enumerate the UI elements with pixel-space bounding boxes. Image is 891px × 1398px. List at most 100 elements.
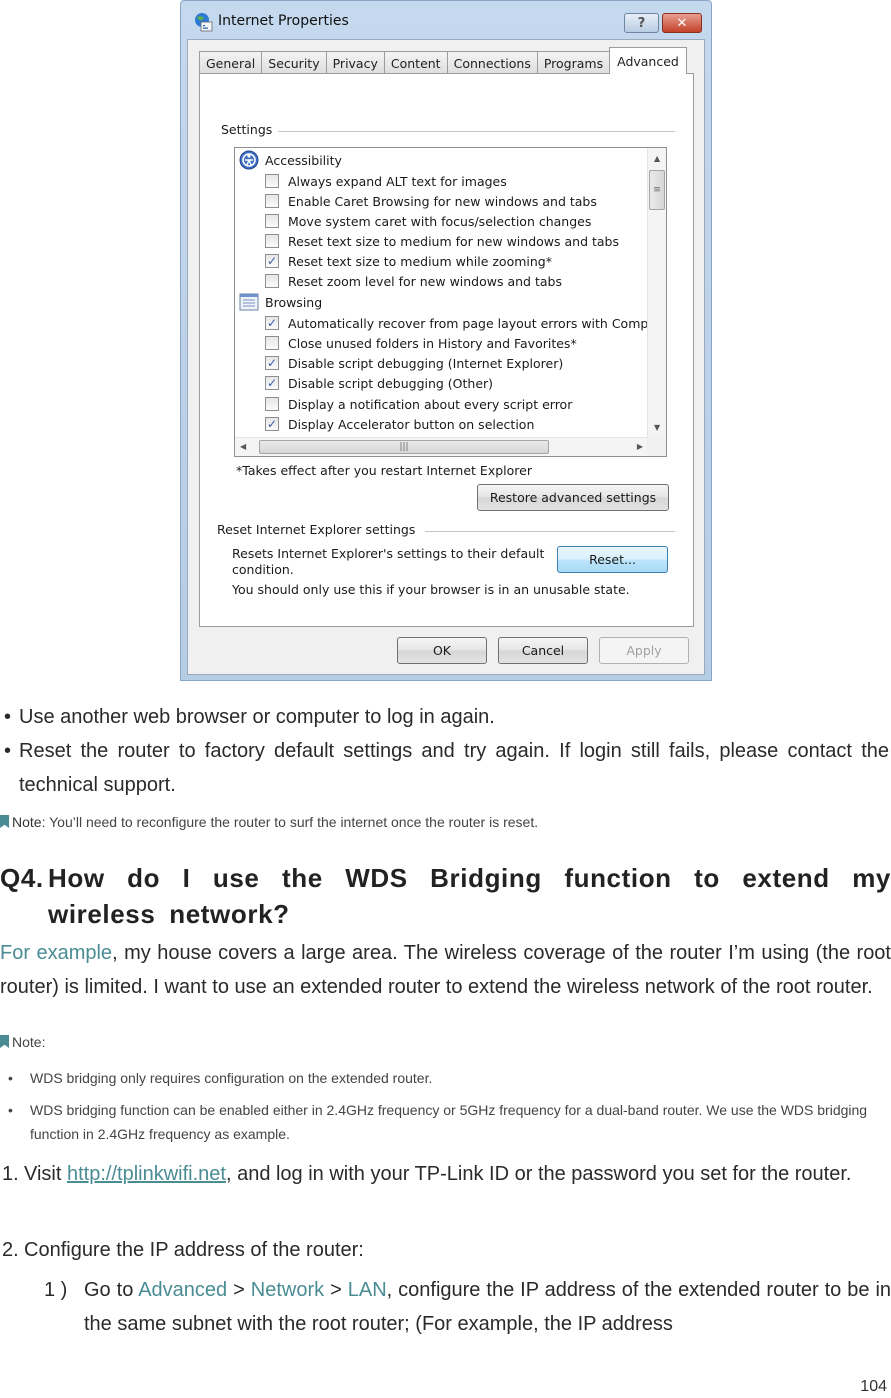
vertical-scrollbar[interactable]: ▲ ≡ ▼: [647, 148, 666, 438]
path-advanced: Advanced: [138, 1279, 228, 1301]
horizontal-scrollbar[interactable]: ◀ ||| ▶: [235, 437, 648, 456]
settings-group-label: Settings: [221, 122, 279, 137]
bullet-dot: •: [4, 706, 12, 728]
ok-button[interactable]: OK: [397, 637, 487, 664]
setting-row[interactable]: Always expand ALT text for images: [265, 171, 507, 191]
setting-row[interactable]: ✓ Display Accelerator button on selection: [265, 414, 534, 434]
advanced-tab-panel: Settings Accessibility Always expand ALT…: [199, 73, 694, 627]
setting-label: Disable script debugging (Internet Explo…: [288, 355, 564, 371]
settings-list[interactable]: Accessibility Always expand ALT text for…: [234, 147, 667, 457]
note-text: : You’ll need to reconfigure the router …: [41, 814, 539, 830]
checkbox[interactable]: [265, 274, 279, 288]
path-lan: LAN: [347, 1279, 387, 1301]
close-button[interactable]: ✕: [662, 13, 702, 33]
checkbox-checked[interactable]: ✓: [265, 356, 279, 370]
internet-globe-icon: [193, 12, 213, 32]
note-bookmark-icon: [0, 815, 9, 828]
checkbox[interactable]: [265, 174, 279, 188]
reset-group-divider: [425, 531, 675, 532]
setting-row[interactable]: Display a notification about every scrip…: [265, 394, 572, 414]
checkbox[interactable]: [265, 234, 279, 248]
bullet-dot: •: [4, 740, 12, 762]
setting-label: Always expand ALT text for images: [288, 173, 507, 189]
checkbox[interactable]: [265, 397, 279, 411]
restore-advanced-settings-button[interactable]: Restore advanced settings: [477, 484, 669, 511]
help-button[interactable]: ?: [624, 13, 659, 33]
setting-row[interactable]: Reset text size to medium for new window…: [265, 231, 619, 251]
step-text: Visit: [24, 1163, 67, 1185]
example-paragraph: For example, my house covers a large are…: [0, 936, 891, 1004]
note-label: Note:: [12, 1034, 46, 1050]
scroll-down-arrow-icon[interactable]: ▼: [654, 423, 660, 432]
category-accessibility: Accessibility: [239, 150, 342, 170]
setting-label: Close unused folders in History and Favo…: [288, 335, 577, 351]
reset-description: Resets Internet Explorer's settings to t…: [232, 546, 544, 578]
category-label: Browsing: [265, 294, 323, 310]
step-number: 2.: [2, 1239, 19, 1261]
example-text: , my house covers a large area. The wire…: [0, 942, 891, 998]
checkbox[interactable]: [265, 336, 279, 350]
setting-label: Display a notification about every scrip…: [288, 396, 573, 412]
setting-row[interactable]: ✓ Automatically recover from page layout …: [265, 313, 656, 333]
substep-number: 1 ): [44, 1279, 68, 1301]
checkbox[interactable]: [265, 194, 279, 208]
restart-note: *Takes effect after you restart Internet…: [236, 463, 532, 478]
checkbox[interactable]: [265, 214, 279, 228]
setting-label: Reset text size to medium while zooming*: [288, 253, 552, 269]
setting-row[interactable]: ✓ Disable script debugging (Internet Expl…: [265, 353, 563, 373]
scroll-left-arrow-icon[interactable]: ◀: [240, 442, 246, 451]
bullet-dot: •: [8, 1102, 13, 1118]
note-label: Note: [12, 814, 42, 830]
tab-connections[interactable]: Connections: [446, 51, 538, 74]
tab-privacy[interactable]: Privacy: [325, 51, 385, 74]
checkbox-checked[interactable]: ✓: [265, 417, 279, 431]
internet-properties-dialog: Internet Properties ? ✕ General Security…: [180, 0, 712, 681]
question-text: How do I use the WDS Bridging function t…: [48, 863, 891, 929]
dialog-client-area: General Security Privacy Content Connect…: [187, 39, 705, 675]
note-wds: Note:: [0, 1034, 45, 1050]
checkbox-checked[interactable]: ✓: [265, 316, 279, 330]
reset-button[interactable]: Reset...: [557, 546, 668, 573]
setting-row[interactable]: Reset zoom level for new windows and tab…: [265, 271, 562, 291]
setting-row[interactable]: Enable Caret Browsing for new windows an…: [265, 191, 597, 211]
checkbox-checked[interactable]: ✓: [265, 254, 279, 268]
step-text: Configure the IP address of the router:: [24, 1239, 364, 1261]
bullet-dot: •: [8, 1070, 13, 1086]
scroll-up-arrow-icon[interactable]: ▲: [654, 154, 660, 163]
accessibility-icon: [239, 150, 259, 170]
category-label: Accessibility: [265, 152, 342, 168]
tab-programs[interactable]: Programs: [536, 51, 611, 74]
reset-group-label: Reset Internet Explorer settings: [217, 522, 422, 537]
cancel-button[interactable]: Cancel: [498, 637, 588, 664]
checkbox-checked[interactable]: ✓: [265, 376, 279, 390]
tplinkwifi-link[interactable]: http://tplinkwifi.net: [67, 1163, 226, 1185]
setting-row[interactable]: ✓ Disable script debugging (Other): [265, 373, 493, 393]
setting-label: Automatically recover from page layout e…: [288, 315, 656, 331]
tab-strip: General Security Privacy Content Connect…: [199, 47, 687, 74]
tab-content[interactable]: Content: [383, 51, 448, 74]
path-separator: >: [324, 1279, 348, 1301]
setting-row[interactable]: Move system caret with focus/selection c…: [265, 211, 591, 231]
apply-button[interactable]: Apply: [599, 637, 689, 664]
setting-label: Reset text size to medium for new window…: [288, 233, 619, 249]
setting-label: Reset zoom level for new windows and tab…: [288, 273, 562, 289]
setting-label: Enable Caret Browsing for new windows an…: [288, 193, 597, 209]
horizontal-scroll-thumb[interactable]: |||: [259, 440, 549, 454]
title-bar[interactable]: Internet Properties ? ✕: [181, 1, 711, 41]
setting-label: Display Accelerator button on selection: [288, 416, 535, 432]
tab-general[interactable]: General: [199, 51, 263, 74]
path-separator: >: [227, 1279, 251, 1301]
note-item-text: WDS bridging only requires configuration…: [30, 1070, 433, 1086]
settings-group-divider: [275, 131, 675, 132]
page-number: 104: [860, 1378, 887, 1395]
step-number: 1.: [2, 1163, 19, 1185]
note-item-text: WDS bridging function can be enabled eit…: [30, 1102, 868, 1142]
vertical-scroll-thumb[interactable]: ≡: [649, 170, 665, 210]
close-icon: ✕: [676, 15, 688, 31]
setting-row[interactable]: ✓ Reset text size to medium while zooming…: [265, 251, 552, 271]
tab-advanced[interactable]: Advanced: [609, 47, 687, 74]
setting-row[interactable]: Close unused folders in History and Favo…: [265, 333, 577, 353]
substep-text: Go to: [84, 1279, 139, 1301]
tab-security[interactable]: Security: [261, 51, 327, 74]
scroll-right-arrow-icon[interactable]: ▶: [637, 442, 643, 451]
